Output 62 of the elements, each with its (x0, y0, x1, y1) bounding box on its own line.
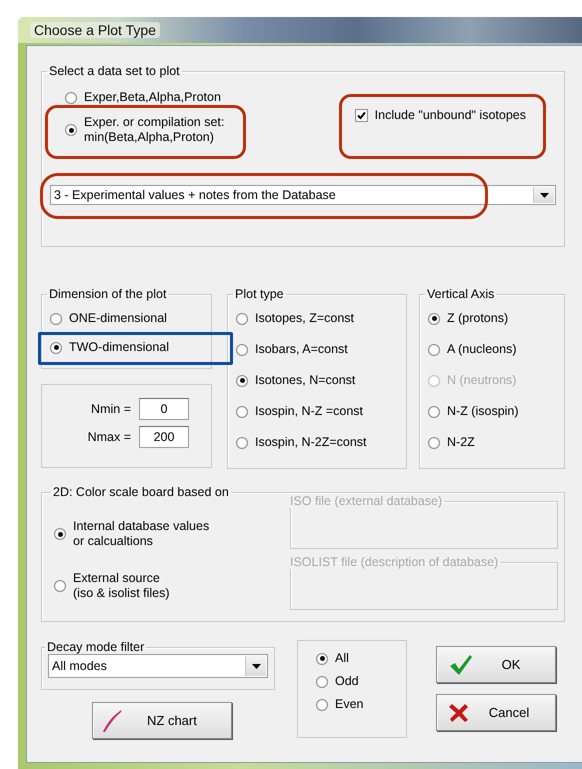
group-label: Dimension of the plot (48, 287, 168, 301)
option-label: External source (iso & isolist files) (73, 571, 170, 601)
option-label: ONE-dimensional (69, 311, 167, 326)
field-label: Nmin = (91, 402, 131, 416)
radio-button[interactable] (65, 92, 77, 104)
option-label: N (neutrons) (447, 373, 516, 388)
option-label: Even (335, 697, 364, 712)
radio-button[interactable] (316, 652, 328, 664)
cancel-button[interactable]: Cancel (436, 694, 556, 731)
group-label: Vertical Axis (426, 287, 496, 301)
decay-dropdown[interactable]: All modes (48, 654, 268, 678)
option-label: Internal database values or calcualtions (73, 519, 210, 549)
input-field[interactable]: 0 (139, 398, 189, 420)
group-label: 2D: Color scale board based on (52, 485, 230, 499)
option-label: Z (protons) (447, 311, 508, 326)
group-label: Select a data set to plot (48, 64, 181, 78)
group-label: ISOLIST file (description of database) (289, 555, 500, 569)
radio-button[interactable] (236, 374, 248, 386)
radio-button[interactable] (236, 406, 248, 418)
radio-button[interactable] (236, 312, 248, 324)
radio-button[interactable] (65, 124, 77, 136)
radio-button[interactable] (428, 312, 440, 324)
radio-button[interactable] (50, 312, 62, 324)
radio-button[interactable] (428, 436, 440, 448)
dropdown-arrow-icon (540, 192, 548, 198)
nz-chart-button[interactable]: NZ chart (92, 702, 232, 739)
radio-button[interactable] (50, 342, 62, 354)
option-label: Odd (335, 674, 359, 689)
radio-button[interactable] (236, 344, 248, 356)
field-label: Nmax = (88, 430, 131, 444)
radio-button[interactable] (54, 528, 66, 540)
radio-button[interactable] (54, 580, 66, 592)
option-label: Exper,Beta,Alpha,Proton (84, 90, 221, 105)
dataset-dropdown[interactable]: 3 - Experimental values + notes from the Database (50, 185, 556, 205)
checkmark-icon (356, 111, 366, 120)
dropdown-arrow-icon (252, 664, 260, 668)
option-label: Isotones, N=const (255, 373, 356, 388)
option-label: Isospin, N-Z =const (255, 404, 364, 419)
input-field[interactable]: 200 (139, 426, 189, 448)
option-label: Isospin, N-2Z=const (255, 435, 367, 450)
include-checkbox[interactable]: Include "unbound" isotopes (354, 108, 526, 123)
option-label: Isobars, A=const (255, 342, 348, 357)
radio-button[interactable] (316, 698, 328, 710)
option-label: All (335, 651, 349, 666)
option-label: TWO-dimensional (69, 340, 170, 355)
radio-button[interactable] (236, 436, 248, 448)
group-label: Decay mode filter (46, 640, 146, 654)
cross-icon (449, 702, 469, 722)
ok-button[interactable]: OK (436, 646, 556, 683)
radio-button[interactable] (428, 406, 440, 418)
option-label: N-Z (isospin) (447, 404, 519, 419)
checkmark-icon (449, 654, 473, 676)
window-title: Choose a Plot Type (30, 22, 160, 38)
group-label: Plot type (234, 287, 285, 301)
group-label: ISO file (external database) (289, 494, 444, 508)
option-label: A (nucleons) (447, 342, 516, 357)
option-label: N-2Z (447, 435, 475, 450)
radio-button[interactable] (316, 676, 328, 688)
option-label: Exper. or compilation set: min(Beta,Alpha,Proton) (84, 115, 224, 145)
option-label: Isotopes, Z=const (255, 311, 354, 326)
brush-stroke-icon (101, 708, 123, 732)
radio-button[interactable] (428, 344, 440, 356)
